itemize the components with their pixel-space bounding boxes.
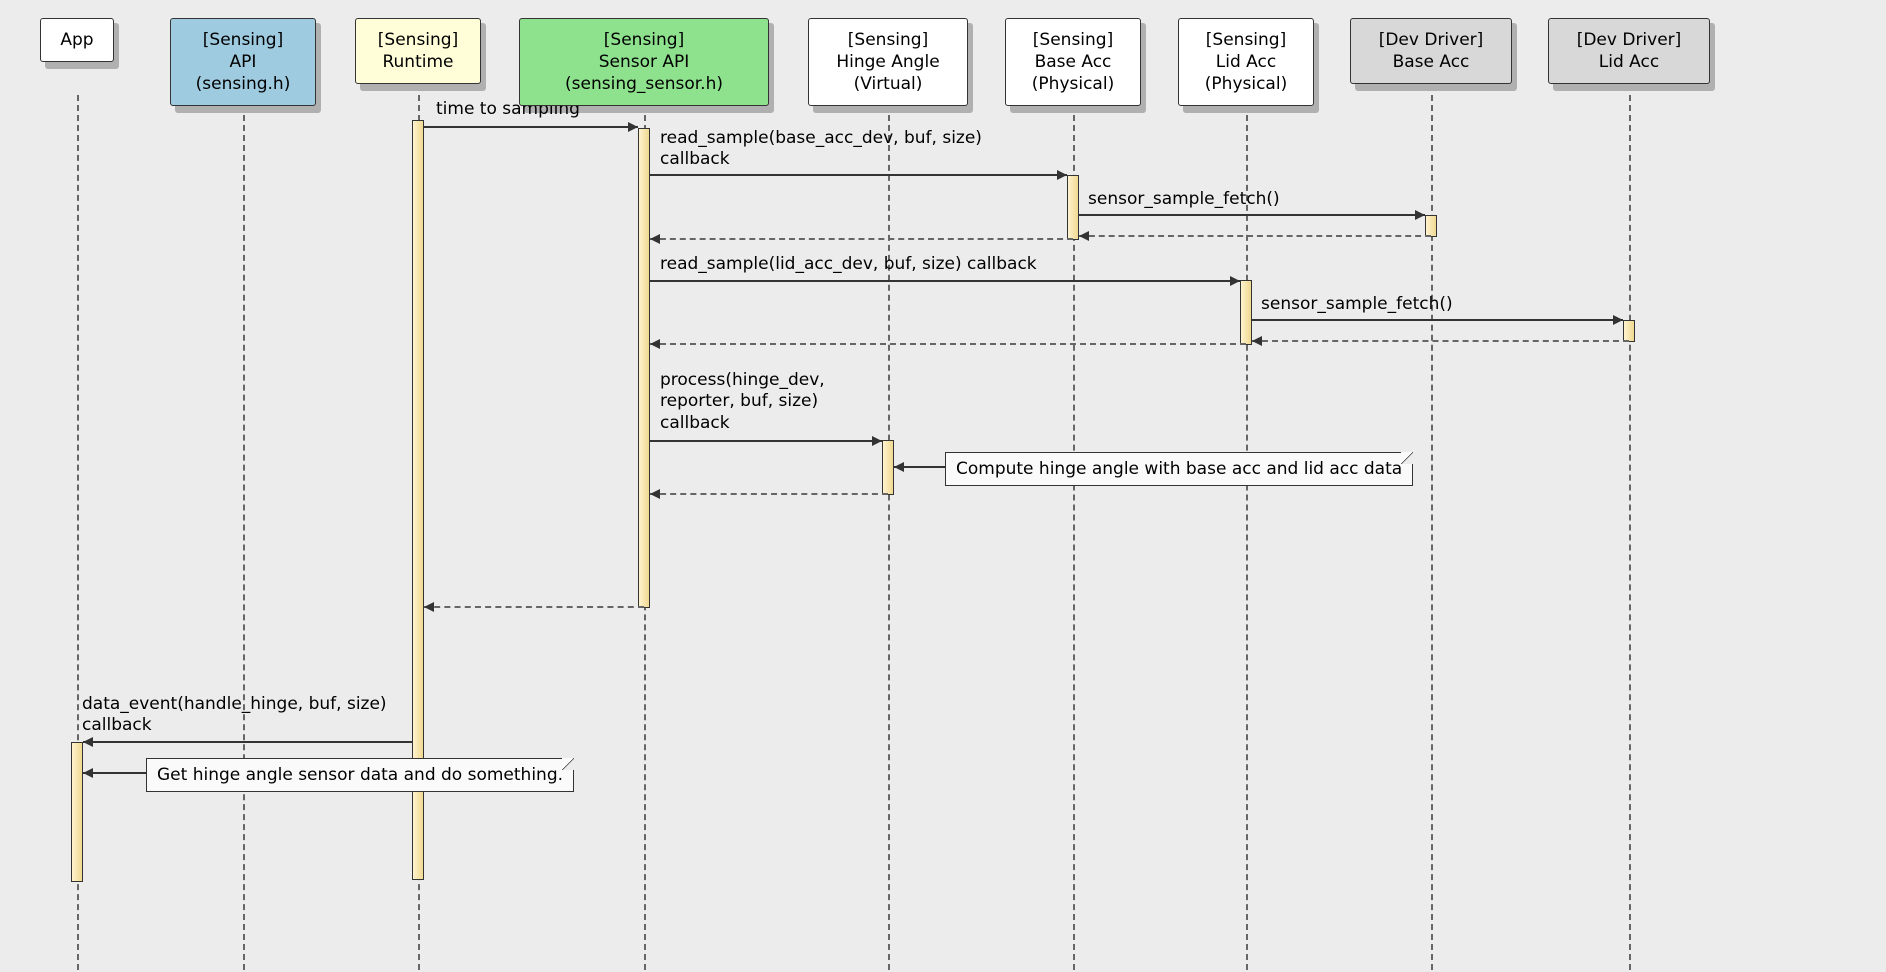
participant-lidacc: [Sensing] Lid Acc (Physical) (1178, 18, 1314, 106)
arrow-3 (1079, 235, 1431, 237)
activation-2 (1067, 175, 1079, 240)
arrow-0 (424, 126, 638, 128)
arrowhead-0 (628, 122, 638, 132)
arrow-2 (1079, 214, 1425, 216)
arrow-9 (650, 440, 882, 442)
activation-4 (1240, 280, 1252, 345)
lifeline-drvlid (1629, 95, 1631, 970)
participant-drvlid: [Dev Driver] Lid Acc (1548, 18, 1710, 84)
arrowhead-1 (1057, 170, 1067, 180)
activation-1 (638, 128, 650, 608)
arrow-8 (650, 343, 1246, 345)
arrow-11 (424, 606, 644, 608)
activation-7 (71, 742, 83, 882)
arrow-7 (1252, 340, 1629, 342)
arrowhead-2 (1415, 210, 1425, 220)
lifeline-hinge (888, 95, 890, 970)
participant-baseacc: [Sensing] Base Acc (Physical) (1005, 18, 1141, 106)
msg-label-5: read_sample(lid_acc_dev, buf, size) call… (660, 254, 1037, 275)
activation-6 (882, 440, 894, 495)
arrowhead-10 (650, 489, 660, 499)
arrow-6 (1252, 319, 1623, 321)
arrowhead-9 (872, 436, 882, 446)
arrow-1 (650, 174, 1067, 176)
participant-app: App (40, 18, 114, 62)
arrowhead-3 (1079, 231, 1089, 241)
msg-label-2: sensor_sample_fetch() (1088, 189, 1280, 210)
arrowhead-8 (650, 339, 660, 349)
participant-api: [Sensing] API (sensing.h) (170, 18, 316, 106)
arrowhead-5 (1230, 276, 1240, 286)
arrow-4 (650, 238, 1073, 240)
arrow-10 (650, 493, 888, 495)
participant-sensorapi: [Sensing] Sensor API (sensing_sensor.h) (519, 18, 769, 106)
note-1: Get hinge angle sensor data and do somet… (146, 758, 574, 792)
participant-hinge: [Sensing] Hinge Angle (Virtual) (808, 18, 968, 106)
note-0: Compute hinge angle with base acc and li… (945, 452, 1413, 486)
arrowhead-7 (1252, 336, 1262, 346)
note-connector-0 (894, 466, 945, 468)
arrow-12 (83, 741, 412, 743)
msg-label-6: sensor_sample_fetch() (1261, 294, 1453, 315)
msg-label-12: data_event(handle_hinge, buf, size) call… (82, 694, 387, 737)
arrowhead-6 (1613, 315, 1623, 325)
lifeline-lidacc (1246, 95, 1248, 970)
activation-3 (1425, 215, 1437, 237)
msg-label-1: read_sample(base_acc_dev, buf, size) cal… (660, 128, 982, 171)
arrowhead-4 (650, 234, 660, 244)
lifeline-api (243, 95, 245, 970)
note-connector-1 (83, 772, 146, 774)
participant-runtime: [Sensing] Runtime (355, 18, 481, 84)
participant-drvbase: [Dev Driver] Base Acc (1350, 18, 1512, 84)
msg-label-9: process(hinge_dev, reporter, buf, size) … (660, 370, 825, 434)
arrow-5 (650, 280, 1240, 282)
activation-5 (1623, 320, 1635, 342)
arrowhead-12 (83, 737, 93, 747)
arrowhead-11 (424, 602, 434, 612)
